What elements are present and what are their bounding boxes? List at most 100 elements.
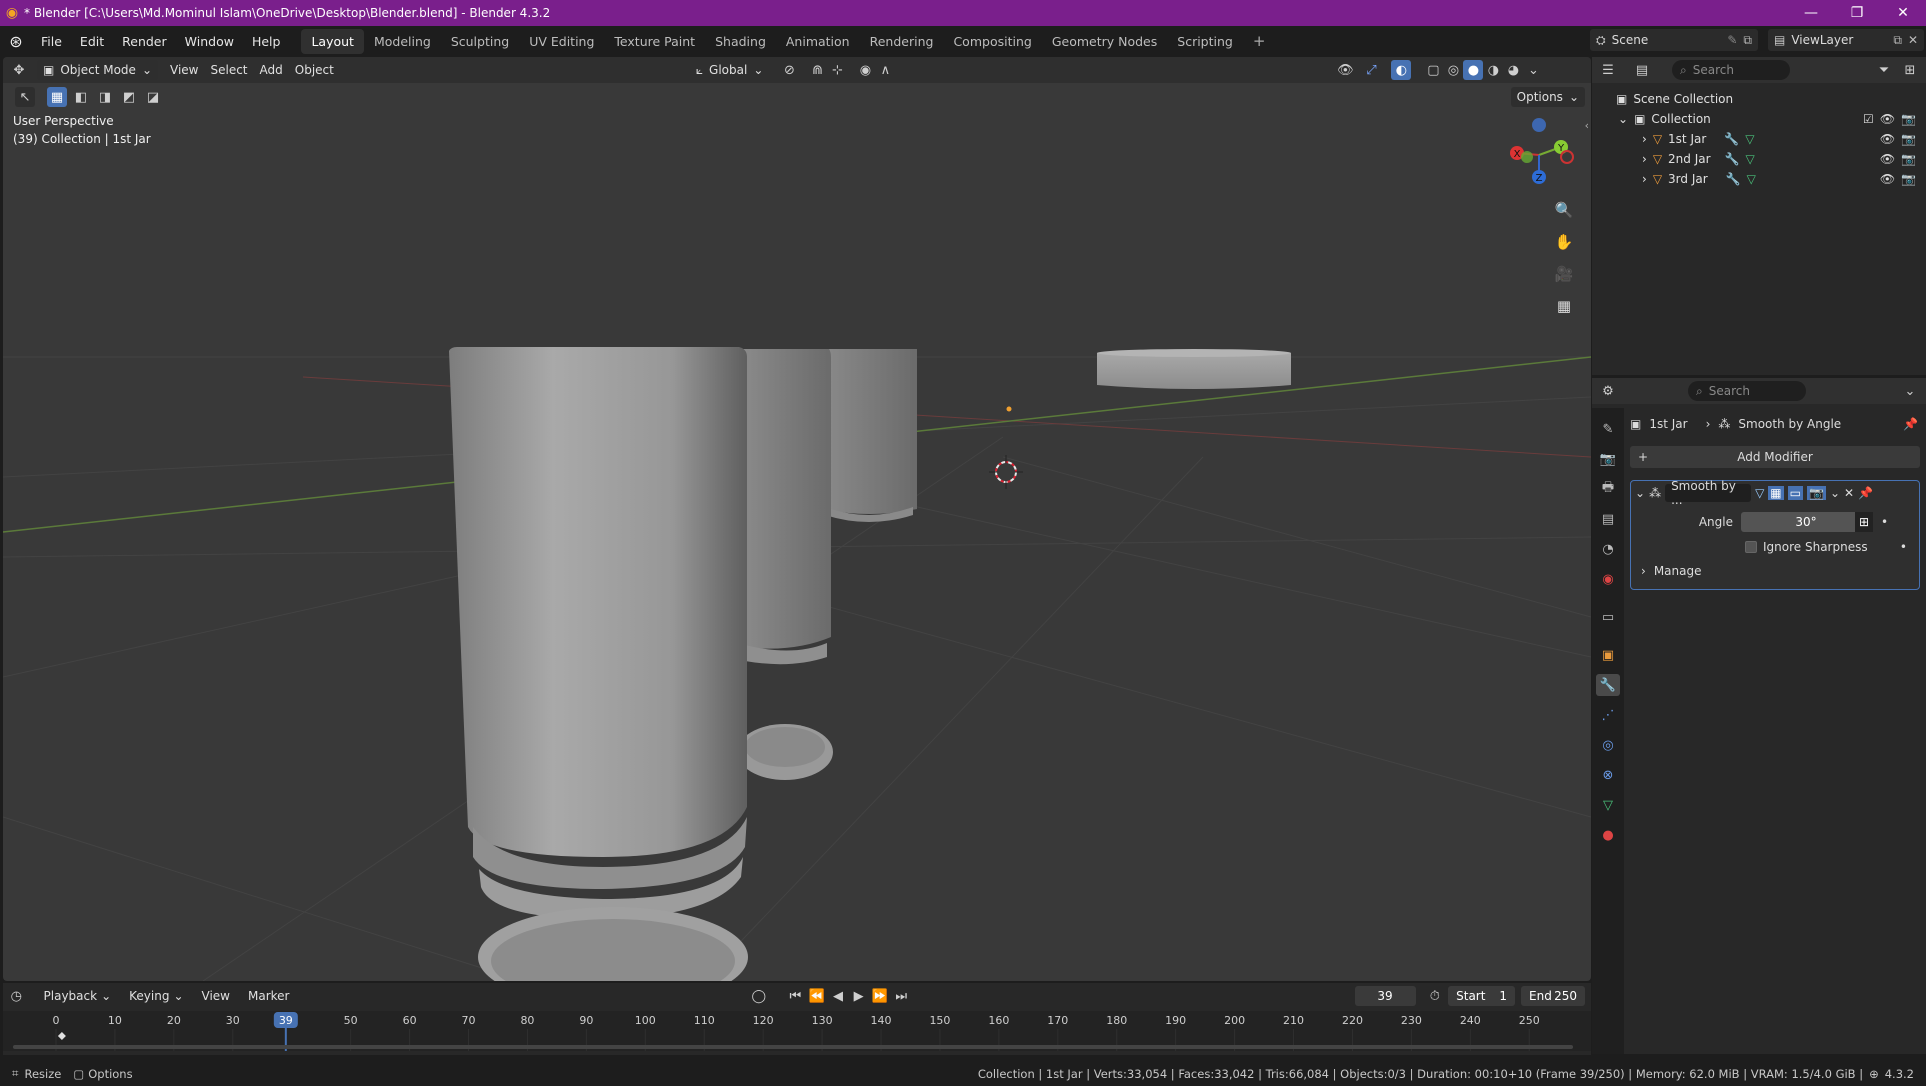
lid-object[interactable] xyxy=(1097,349,1291,389)
remove-view-layer-icon[interactable]: ✕ xyxy=(1908,33,1924,47)
mesh-data-icon[interactable]: ▽ xyxy=(1747,172,1756,186)
menu-edit[interactable]: Edit xyxy=(71,34,113,49)
modifier-icon[interactable]: 🔧 xyxy=(1724,132,1739,146)
blender-menu-icon[interactable]: ⊛ xyxy=(0,32,32,51)
gizmo-z-negative[interactable] xyxy=(1532,118,1546,132)
expand-chevron-icon[interactable]: › xyxy=(1642,152,1647,166)
edit-mode-toggle-icon[interactable]: ▽ xyxy=(1755,486,1764,500)
camera-icon[interactable]: 📷 xyxy=(1901,172,1916,186)
add-workspace-icon[interactable]: + xyxy=(1243,27,1276,55)
keyframe-diamond[interactable] xyxy=(57,1032,66,1040)
collapse-chevron-icon[interactable]: ⌄ xyxy=(1635,486,1645,500)
keyframe-dot-icon[interactable]: • xyxy=(1900,540,1907,554)
data-tab-icon[interactable]: ▽ xyxy=(1596,794,1620,816)
menu-marker[interactable]: Marker xyxy=(242,986,295,1006)
jar-2-object[interactable] xyxy=(737,349,833,780)
scene-selector[interactable]: ⛭ Scene ✎ ⧉ xyxy=(1590,29,1758,51)
tab-scripting[interactable]: Scripting xyxy=(1167,29,1243,54)
ignore-sharpness-checkbox[interactable] xyxy=(1745,541,1757,553)
eye-icon[interactable]: 👁 xyxy=(1880,172,1895,186)
menu-help[interactable]: Help xyxy=(243,34,290,49)
outliner-object-row[interactable]: › ▽ 1st Jar 🔧 ▽ 👁 📷 xyxy=(1592,129,1926,149)
select-invert-icon[interactable]: ◩ xyxy=(119,87,139,107)
camera-view-icon[interactable]: 🎥 xyxy=(1551,261,1577,287)
start-frame-input[interactable]: Start 1 xyxy=(1448,986,1515,1006)
outliner-search[interactable]: ⌕ Search xyxy=(1672,60,1790,80)
snap-icon[interactable]: ⋒ xyxy=(807,60,827,80)
display-mode-icon[interactable]: ▤ xyxy=(1632,60,1652,80)
menu-select[interactable]: Select xyxy=(204,60,253,80)
cage-toggle-icon[interactable]: ▦ xyxy=(1768,486,1784,500)
world-tab-icon[interactable]: ◉ xyxy=(1596,568,1620,590)
proportional-edit-icon[interactable]: ◉ xyxy=(855,60,875,80)
next-keyframe-icon[interactable]: ⏩ xyxy=(872,986,888,1006)
output-tab-icon[interactable]: 🖶 xyxy=(1596,478,1620,500)
outliner-object-row[interactable]: › ▽ 3rd Jar 🔧 ▽ 👁 📷 xyxy=(1592,169,1926,189)
mode-selector[interactable]: ▣ Object Mode ⌄ xyxy=(37,60,158,80)
select-tool-icon[interactable]: ↖ xyxy=(15,87,35,107)
menu-add[interactable]: Add xyxy=(254,60,289,80)
falloff-icon[interactable]: ∧ xyxy=(875,60,895,80)
prev-keyframe-icon[interactable]: ⏪ xyxy=(809,986,825,1006)
camera-icon[interactable]: 📷 xyxy=(1901,112,1916,126)
select-new-icon[interactable]: ▦ xyxy=(47,87,67,107)
pin-icon[interactable]: 📌 xyxy=(1858,486,1873,500)
chevron-down-icon[interactable]: ⌄ xyxy=(1830,486,1840,500)
tab-geometry-nodes[interactable]: Geometry Nodes xyxy=(1042,29,1167,54)
tab-modeling[interactable]: Modeling xyxy=(364,29,441,54)
gizmo-y-negative[interactable] xyxy=(1521,151,1533,163)
remove-modifier-icon[interactable]: ✕ xyxy=(1844,486,1854,500)
scene-tab-icon[interactable]: ◔ xyxy=(1596,538,1620,560)
new-view-layer-icon[interactable]: ⧉ xyxy=(1893,33,1902,48)
properties-search[interactable]: ⌕ Search xyxy=(1688,381,1806,401)
pan-hand-icon[interactable]: ✋ xyxy=(1551,229,1577,255)
menu-keying[interactable]: Keying ⌄ xyxy=(123,986,189,1006)
jar-1-object[interactable] xyxy=(449,347,748,981)
modifier-icon[interactable]: 🔧 xyxy=(1725,152,1740,166)
timeline-scrollbar[interactable] xyxy=(13,1045,1573,1049)
menu-view[interactable]: View xyxy=(164,60,204,80)
zoom-icon[interactable]: 🔍 xyxy=(1551,197,1577,223)
perspective-grid-icon[interactable]: ▦ xyxy=(1551,293,1577,319)
expand-chevron-icon[interactable]: › xyxy=(1642,172,1647,186)
tab-layout[interactable]: Layout xyxy=(301,28,364,54)
render-tab-icon[interactable]: 📷 xyxy=(1596,448,1620,470)
tab-compositing[interactable]: Compositing xyxy=(943,29,1041,54)
view-layer-tab-icon[interactable]: ▤ xyxy=(1596,508,1620,530)
navigation-gizmo[interactable]: X Y Z xyxy=(1501,115,1577,195)
close-icon[interactable]: ✕ xyxy=(1880,0,1926,26)
options-button[interactable]: Options ⌄ xyxy=(1510,87,1585,107)
tab-sculpting[interactable]: Sculpting xyxy=(441,29,519,54)
jump-end-icon[interactable]: ⏭ xyxy=(894,986,909,1006)
pivot-icon[interactable]: ⊘ xyxy=(779,60,799,80)
play-reverse-icon[interactable]: ◀ xyxy=(831,986,846,1006)
tab-rendering[interactable]: Rendering xyxy=(860,29,944,54)
tab-uv-editing[interactable]: UV Editing xyxy=(519,29,604,54)
physics-tab-icon[interactable]: ◎ xyxy=(1596,734,1620,756)
rendered-shading-icon[interactable]: ◕ xyxy=(1503,60,1523,80)
collection-tab-icon[interactable]: ▭ xyxy=(1596,606,1620,628)
preview-range-icon[interactable]: ⏱ xyxy=(1428,986,1443,1006)
eye-icon[interactable]: 👁 xyxy=(1880,112,1895,126)
manage-subpanel[interactable]: › Manage xyxy=(1631,559,1919,583)
jar-3-object[interactable] xyxy=(823,349,917,522)
keyframe-dot-icon[interactable]: • xyxy=(1881,515,1888,529)
select-subtract-icon[interactable]: ◨ xyxy=(95,87,115,107)
chevron-down-icon[interactable]: ⌄ xyxy=(1900,381,1920,401)
modifier-tab-icon[interactable]: 🔧 xyxy=(1596,674,1620,696)
properties-editor-icon[interactable]: ⚙ xyxy=(1598,381,1618,401)
select-intersect-icon[interactable]: ◪ xyxy=(143,87,163,107)
snap-target-icon[interactable]: ⊹ xyxy=(827,60,847,80)
new-collection-icon[interactable]: ⊞ xyxy=(1900,60,1920,80)
camera-icon[interactable]: 📷 xyxy=(1901,132,1916,146)
menu-render[interactable]: Render xyxy=(113,34,176,49)
modifier-name-field[interactable]: Smooth by ... xyxy=(1665,479,1752,507)
object-tab-icon[interactable]: ▣ xyxy=(1596,644,1620,666)
constraints-tab-icon[interactable]: ⊗ xyxy=(1596,764,1620,786)
3d-viewport[interactable]: ✥ ▣ Object Mode ⌄ View Select Add Object… xyxy=(3,57,1591,981)
filter-icon[interactable]: ⏷ xyxy=(1874,60,1894,80)
mesh-data-icon[interactable]: ▽ xyxy=(1746,152,1755,166)
3d-cursor[interactable] xyxy=(989,455,1023,489)
restore-icon[interactable]: ❐ xyxy=(1834,0,1880,26)
menu-window[interactable]: Window xyxy=(176,34,243,49)
